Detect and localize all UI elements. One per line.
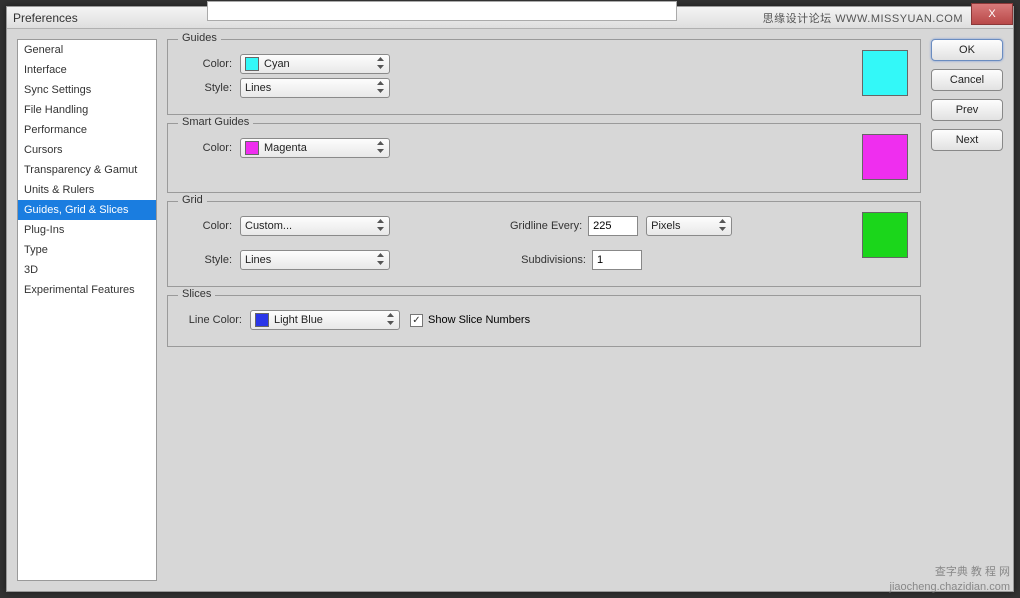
smart-guides-color-label: Color:: [180, 142, 240, 154]
grid-preview-swatch[interactable]: [862, 212, 908, 258]
brand-top: 思缘设计论坛 WWW.MISSYUAN.COM: [763, 10, 963, 26]
smart-guides-preview-swatch[interactable]: [862, 134, 908, 180]
smart-guides-color-value: Magenta: [264, 142, 307, 154]
chevron-updown-icon: [377, 57, 384, 69]
sidebar-item-type[interactable]: Type: [18, 240, 156, 260]
chevron-updown-icon: [377, 253, 384, 265]
tab-placeholder: [207, 1, 677, 21]
chevron-updown-icon: [377, 219, 384, 231]
guides-color-label: Color:: [180, 58, 240, 70]
sidebar-item-plugins[interactable]: Plug-Ins: [18, 220, 156, 240]
slices-linecolor-label: Line Color:: [180, 314, 250, 326]
show-slice-numbers-label: Show Slice Numbers: [428, 314, 530, 326]
ok-button[interactable]: OK: [931, 39, 1003, 61]
sidebar-item-experimental[interactable]: Experimental Features: [18, 280, 156, 300]
subdivisions-input[interactable]: [592, 250, 642, 270]
grid-group: Grid Color: Custom...: [167, 201, 921, 287]
guides-color-swatch: [245, 57, 259, 71]
sidebar-item-transparency-gamut[interactable]: Transparency & Gamut: [18, 160, 156, 180]
slices-legend: Slices: [178, 288, 215, 300]
gridline-every-label: Gridline Every:: [510, 220, 588, 232]
show-slice-numbers-checkbox[interactable]: ✓ Show Slice Numbers: [410, 314, 530, 327]
grid-color-dropdown[interactable]: Custom...: [240, 216, 390, 236]
next-button[interactable]: Next: [931, 129, 1003, 151]
sidebar-item-general[interactable]: General: [18, 40, 156, 60]
close-icon: X: [988, 8, 995, 20]
cancel-button[interactable]: Cancel: [931, 69, 1003, 91]
grid-style-dropdown[interactable]: Lines: [240, 250, 390, 270]
grid-color-value: Custom...: [245, 220, 292, 232]
chevron-updown-icon: [377, 81, 384, 93]
right-buttons: OK Cancel Prev Next: [931, 39, 1003, 581]
grid-style-value: Lines: [245, 254, 271, 266]
sidebar: General Interface Sync Settings File Han…: [17, 39, 157, 581]
guides-legend: Guides: [178, 32, 221, 44]
main-panel: Guides Color: Cyan Style:: [167, 39, 921, 581]
guides-group: Guides Color: Cyan Style:: [167, 39, 921, 115]
preferences-window: Preferences 思缘设计论坛 WWW.MISSYUAN.COM X Ge…: [6, 6, 1014, 592]
sidebar-item-units-rulers[interactable]: Units & Rulers: [18, 180, 156, 200]
sidebar-item-sync-settings[interactable]: Sync Settings: [18, 80, 156, 100]
slices-linecolor-value: Light Blue: [274, 314, 323, 326]
smart-guides-legend: Smart Guides: [178, 116, 253, 128]
slices-linecolor-swatch: [255, 313, 269, 327]
slices-group: Slices Line Color: Light Blue ✓ Show Sli…: [167, 295, 921, 347]
guides-preview-swatch[interactable]: [862, 50, 908, 96]
gridline-every-input[interactable]: [588, 216, 638, 236]
guides-style-label: Style:: [180, 82, 240, 94]
chevron-updown-icon: [387, 313, 394, 325]
smart-guides-color-swatch: [245, 141, 259, 155]
smart-guides-group: Smart Guides Color: Magenta: [167, 123, 921, 193]
sidebar-item-guides-grid-slices[interactable]: Guides, Grid & Slices: [18, 200, 156, 220]
sidebar-item-file-handling[interactable]: File Handling: [18, 100, 156, 120]
grid-color-label: Color:: [180, 220, 240, 232]
gridline-unit-dropdown[interactable]: Pixels: [646, 216, 732, 236]
guides-style-value: Lines: [245, 82, 271, 94]
sidebar-item-3d[interactable]: 3D: [18, 260, 156, 280]
guides-color-dropdown[interactable]: Cyan: [240, 54, 390, 74]
slices-linecolor-dropdown[interactable]: Light Blue: [250, 310, 400, 330]
subdivisions-label: Subdivisions:: [510, 254, 592, 266]
chevron-updown-icon: [377, 141, 384, 153]
sidebar-item-cursors[interactable]: Cursors: [18, 140, 156, 160]
guides-style-dropdown[interactable]: Lines: [240, 78, 390, 98]
grid-style-label: Style:: [180, 254, 240, 266]
window-title: Preferences: [13, 11, 78, 25]
content-area: General Interface Sync Settings File Han…: [7, 29, 1013, 591]
sidebar-item-performance[interactable]: Performance: [18, 120, 156, 140]
sidebar-item-interface[interactable]: Interface: [18, 60, 156, 80]
close-button[interactable]: X: [971, 3, 1013, 25]
chevron-updown-icon: [719, 219, 726, 231]
grid-legend: Grid: [178, 194, 207, 206]
guides-color-value: Cyan: [264, 58, 290, 70]
brand-bottom: 查字典 教 程 网 jiaocheng.chazidian.com: [890, 565, 1010, 594]
gridline-unit-value: Pixels: [651, 220, 680, 232]
smart-guides-color-dropdown[interactable]: Magenta: [240, 138, 390, 158]
titlebar: Preferences 思缘设计论坛 WWW.MISSYUAN.COM X: [7, 7, 1013, 29]
checkbox-icon: ✓: [410, 314, 423, 327]
prev-button[interactable]: Prev: [931, 99, 1003, 121]
